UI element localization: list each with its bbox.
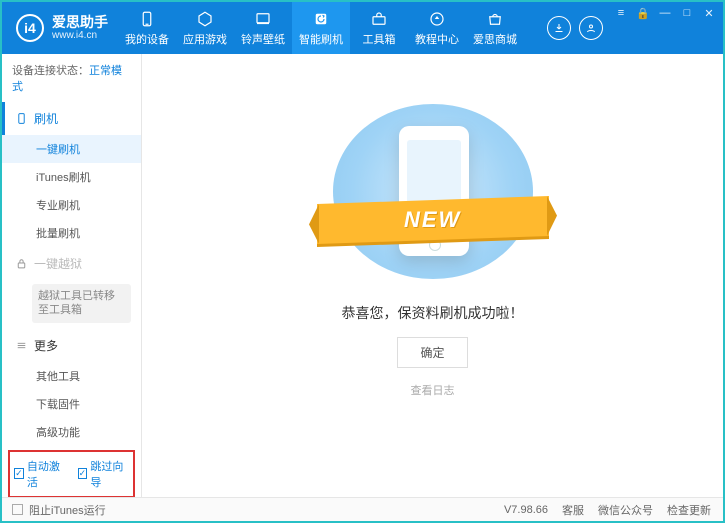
customer-service-link[interactable]: 客服 <box>562 502 584 518</box>
more-icon <box>14 338 28 352</box>
status-bar: 阻止iTunes运行 V7.98.66 客服 微信公众号 检查更新 <box>2 497 723 521</box>
maximize-button[interactable]: □ <box>679 6 695 20</box>
store-icon <box>485 10 505 28</box>
menu-icon[interactable]: ≡ <box>613 6 629 20</box>
wechat-link[interactable]: 微信公众号 <box>598 502 653 518</box>
sidebar-item-download-firmware[interactable]: 下载固件 <box>2 390 141 418</box>
view-log-link[interactable]: 查看日志 <box>411 382 455 398</box>
lock-icon <box>14 257 28 271</box>
app-subtitle: www.i4.cn <box>52 30 108 41</box>
nav-apps-games[interactable]: 应用游戏 <box>176 2 234 54</box>
connection-status: 设备连接状态：正常模式 <box>2 54 141 102</box>
nav-toolbox[interactable]: 工具箱 <box>350 2 408 54</box>
title-bar: i4 爱思助手 www.i4.cn 我的设备 应用游戏 铃声壁纸 智能刷机 工具… <box>2 2 723 54</box>
checkbox-block-itunes[interactable] <box>12 504 23 515</box>
sidebar-group-flash[interactable]: 刷机 <box>2 102 141 135</box>
nav-ringtone-wallpaper[interactable]: 铃声壁纸 <box>234 2 292 54</box>
ok-button[interactable]: 确定 <box>397 337 467 368</box>
version-label: V7.98.66 <box>504 504 548 516</box>
refresh-icon <box>311 10 331 28</box>
checkbox-icon <box>78 468 88 479</box>
media-icon <box>253 10 273 28</box>
success-message: 恭喜您，保资料刷机成功啦！ <box>342 303 524 323</box>
user-button[interactable] <box>579 16 603 40</box>
success-illustration: NEW <box>333 104 533 279</box>
nav-tutorials[interactable]: 教程中心 <box>408 2 466 54</box>
check-update-link[interactable]: 检查更新 <box>667 502 711 518</box>
sidebar: 设备连接状态：正常模式 刷机 一键刷机 iTunes刷机 专业刷机 批量刷机 一… <box>2 54 142 497</box>
flash-icon <box>14 112 28 126</box>
nav-store[interactable]: 爱思商城 <box>466 2 524 54</box>
app-title: 爱思助手 <box>52 15 108 30</box>
titlebar-actions <box>547 2 613 54</box>
window-controls: ≡ 🔒 — □ ✕ <box>613 2 723 54</box>
close-button[interactable]: ✕ <box>701 6 717 20</box>
options-panel: 自动激活 跳过向导 <box>8 450 135 498</box>
jailbreak-note: 越狱工具已转移至工具箱 <box>32 284 131 323</box>
nav-my-device[interactable]: 我的设备 <box>118 2 176 54</box>
checkbox-auto-activate[interactable]: 自动激活 <box>14 458 66 490</box>
sidebar-item-batch-flash[interactable]: 批量刷机 <box>2 219 141 247</box>
main-content: NEW 恭喜您，保资料刷机成功啦！ 确定 查看日志 <box>142 54 723 497</box>
lock-icon[interactable]: 🔒 <box>635 6 651 20</box>
apps-icon <box>195 10 215 28</box>
toolbox-icon <box>369 10 389 28</box>
nav-smart-flash[interactable]: 智能刷机 <box>292 2 350 54</box>
minimize-button[interactable]: — <box>657 6 673 20</box>
logo-icon: i4 <box>16 14 44 42</box>
checkbox-skip-wizard[interactable]: 跳过向导 <box>78 458 130 490</box>
phone-icon <box>137 10 157 28</box>
sidebar-item-itunes-flash[interactable]: iTunes刷机 <box>2 163 141 191</box>
book-icon <box>427 10 447 28</box>
app-logo: i4 爱思助手 www.i4.cn <box>2 2 118 54</box>
sidebar-group-jailbreak[interactable]: 一键越狱 <box>2 247 141 280</box>
sidebar-item-oneclick-flash[interactable]: 一键刷机 <box>2 135 141 163</box>
sidebar-item-advanced[interactable]: 高级功能 <box>2 418 141 446</box>
sidebar-item-pro-flash[interactable]: 专业刷机 <box>2 191 141 219</box>
block-itunes-label: 阻止iTunes运行 <box>29 502 106 518</box>
main-nav: 我的设备 应用游戏 铃声壁纸 智能刷机 工具箱 教程中心 爱思商城 <box>118 2 547 54</box>
sidebar-group-more[interactable]: 更多 <box>2 329 141 362</box>
checkbox-icon <box>14 468 24 479</box>
new-badge: NEW <box>317 196 549 244</box>
download-button[interactable] <box>547 16 571 40</box>
sidebar-item-other-tools[interactable]: 其他工具 <box>2 362 141 390</box>
